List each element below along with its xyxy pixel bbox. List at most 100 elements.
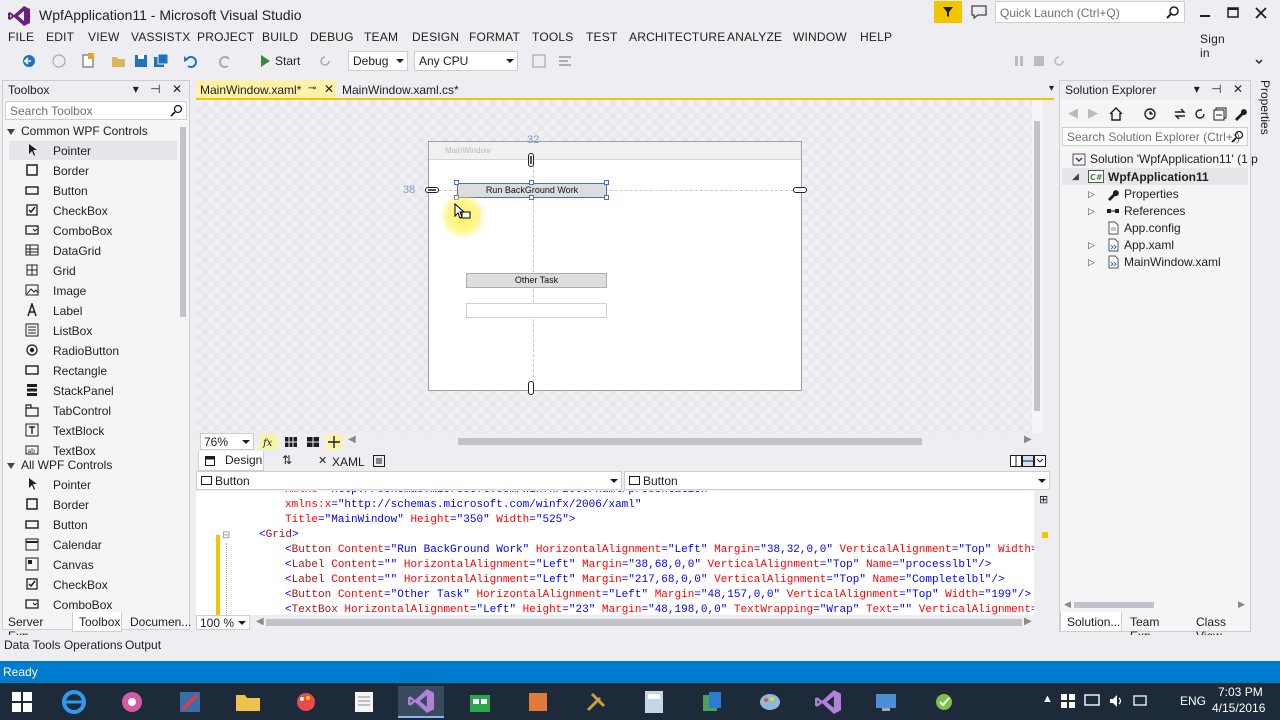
toolbar-format-icon[interactable] <box>556 52 574 70</box>
expand-arrow-icon[interactable]: ▷ <box>1088 189 1095 200</box>
scroll-thumb[interactable] <box>1074 602 1154 608</box>
toolbox-item-pointer[interactable]: Pointer <box>9 141 177 160</box>
platform-select[interactable]: Any CPU <box>414 51 518 71</box>
tab-server-explorer[interactable]: Server Exp... <box>2 612 70 643</box>
tab-mainwindow-xaml-cs[interactable]: MainWindow.xaml.cs* <box>338 80 468 99</box>
popout-xaml-icon[interactable] <box>373 455 385 467</box>
new-project-icon[interactable] <box>80 52 98 70</box>
feedback-icon[interactable] <box>970 4 988 20</box>
toolbox-section-common[interactable]: Common WPF Controls <box>7 124 148 138</box>
toolbox-item-grid[interactable]: Grid <box>9 261 177 280</box>
tab-solution-explorer[interactable]: Solution... <box>1060 612 1122 632</box>
menu-edit[interactable]: EDIT <box>46 30 74 44</box>
toolbox-item-combobox[interactable]: ComboBox <box>9 221 177 240</box>
panel-header-buttons[interactable]: ▾ ⊣ ✕ <box>133 82 186 96</box>
minimize-icon[interactable] <box>1194 4 1216 22</box>
toolbox-item-radiobutton[interactable]: RadioButton <box>9 341 177 360</box>
pin-icon[interactable]: ⊸ <box>308 83 316 94</box>
resize-handle[interactable] <box>454 180 459 185</box>
element-type-select[interactable]: Button <box>196 471 622 490</box>
properties-side-tab[interactable]: Properties <box>1254 78 1278 178</box>
split-orientation-icons[interactable] <box>1010 455 1046 467</box>
menu-view[interactable]: VIEW <box>88 30 119 44</box>
tray-date[interactable]: 4/15/2016 <box>1212 701 1265 715</box>
back-icon[interactable]: ◀ <box>1068 105 1078 121</box>
toolbox-item-textblock[interactable]: TextBlock <box>9 421 177 440</box>
snap-snaplines-icon[interactable] <box>326 434 342 450</box>
tab-class-view[interactable]: Class View <box>1190 612 1250 643</box>
code-line[interactable]: <TextBox HorizontalAlignment="Left" Heig… <box>285 604 1038 615</box>
navigate-forward-icon[interactable] <box>50 52 68 70</box>
history-icon[interactable] <box>1142 106 1158 122</box>
tab-design[interactable]: Design <box>198 451 264 471</box>
tray-time[interactable]: 7:03 PM <box>1218 685 1263 699</box>
collapse-grid-icon[interactable]: ⊟ <box>222 530 230 541</box>
tab-mainwindow-xaml[interactable]: MainWindow.xaml* ⊸ ✕ <box>196 80 336 99</box>
scroll-left-icon[interactable]: ◀ <box>1064 599 1071 610</box>
menu-debug[interactable]: DEBUG <box>310 30 354 44</box>
debug-stop-icon[interactable] <box>1030 52 1048 70</box>
save-icon[interactable] <box>132 52 150 70</box>
element-member-select[interactable]: Button <box>624 471 1050 490</box>
menu-tools[interactable]: TOOLS <box>532 30 573 44</box>
show-grid-icon[interactable] <box>284 435 298 449</box>
taskbar-app-palette[interactable] <box>750 686 790 718</box>
toolbox-item-button[interactable]: Button <box>9 181 177 200</box>
scroll-left-icon[interactable]: ◀ <box>348 434 356 445</box>
resize-handle[interactable] <box>529 195 534 200</box>
quick-launch-input[interactable]: Quick Launch (Ctrl+Q) <box>995 1 1185 23</box>
properties-node[interactable]: Properties <box>1124 187 1179 201</box>
code-horizontal-scroll-thumb[interactable] <box>266 619 1022 626</box>
properties-wrench-icon[interactable] <box>1232 106 1248 122</box>
resize-handle[interactable] <box>604 195 609 200</box>
taskbar-internet-explorer[interactable] <box>54 686 94 718</box>
start-button[interactable] <box>2 686 42 718</box>
menu-build[interactable]: BUILD <box>262 30 298 44</box>
expand-arrow-icon[interactable]: ▷ <box>1088 206 1095 217</box>
toolbox-item-checkbox[interactable]: CheckBox <box>9 201 177 220</box>
menu-team[interactable]: TEAM <box>364 30 398 44</box>
menu-vassistx[interactable]: VASSISTX <box>131 30 190 44</box>
menu-architecture[interactable]: ARCHITECTURE <box>629 30 725 44</box>
menu-window[interactable]: WINDOW <box>793 30 847 44</box>
code-line[interactable]: <Grid> <box>259 529 299 541</box>
scroll-right-icon[interactable]: ▶ <box>1024 616 1032 627</box>
taskbar-file-explorer[interactable] <box>228 686 268 718</box>
start-play-icon[interactable] <box>256 52 274 70</box>
expand-arrow-icon[interactable]: ▷ <box>1088 257 1095 268</box>
configuration-select[interactable]: Debug <box>348 51 408 71</box>
undo-icon[interactable] <box>182 52 200 70</box>
solution-search-input[interactable]: Search Solution Explorer (Ctrl+;) <box>1062 127 1248 146</box>
close-icon[interactable]: ✕ <box>324 82 334 96</box>
toolbox-item-datagrid[interactable]: DataGrid <box>9 241 177 260</box>
taskbar-visual-studio-active[interactable] <box>398 686 444 718</box>
code-line[interactable]: <Label Content="" HorizontalAlignment="L… <box>285 574 1005 586</box>
code-line[interactable]: <Label Content="" HorizontalAlignment="L… <box>285 559 991 571</box>
split-add-icon[interactable]: ⊞ <box>1039 493 1048 506</box>
code-line[interactable]: <Button Content="Run BackGround Work" Ho… <box>285 544 1038 556</box>
home-icon[interactable] <box>1108 106 1124 122</box>
collapse-arrow-icon[interactable]: ◢ <box>1072 171 1079 182</box>
tab-team-explorer[interactable]: Team Exp... <box>1124 612 1190 643</box>
menu-file[interactable]: FILE <box>8 30 34 44</box>
code-line[interactable]: Title="MainWindow" Height="350" Width="5… <box>285 514 576 526</box>
tab-toolbox[interactable]: Toolbox <box>72 612 122 632</box>
xaml-code-editor[interactable]: ⊟ xmlns="http://schemas.microsoft.com/wi… <box>196 491 1038 615</box>
designer-vertical-scrollbar[interactable] <box>1032 101 1042 433</box>
project-node-selected[interactable]: ◢ C# WpfApplication11 <box>1062 168 1248 185</box>
debug-restart-icon[interactable] <box>1050 52 1068 70</box>
maximize-icon[interactable] <box>1222 4 1244 22</box>
panel-header-buttons[interactable]: ▾ ⊣ ✕ <box>1194 82 1247 96</box>
tray-language[interactable]: ENG <box>1180 694 1206 708</box>
scroll-left-icon[interactable]: ◀ <box>256 616 264 627</box>
toolbox-item-calendar[interactable]: Calendar <box>9 535 177 554</box>
toolbox-item-listbox[interactable]: ListBox <box>9 321 177 340</box>
save-all-icon[interactable] <box>152 52 170 70</box>
solution-node[interactable]: Solution 'WpfApplication11' (1 p <box>1090 152 1258 166</box>
toolbox-item-button[interactable]: Button <box>9 515 177 534</box>
scroll-thumb[interactable] <box>1034 121 1040 411</box>
expand-arrow-icon[interactable]: ▷ <box>1088 240 1095 251</box>
scroll-thumb[interactable] <box>180 127 186 317</box>
toolbox-item-rectangle[interactable]: Rectangle <box>9 361 177 380</box>
refresh-icon[interactable] <box>316 52 334 70</box>
